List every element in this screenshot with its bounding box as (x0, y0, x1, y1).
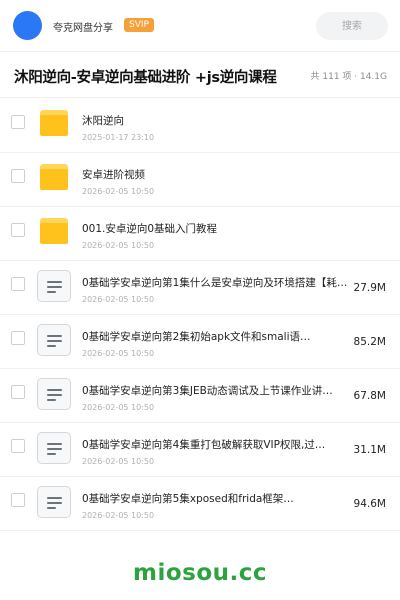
item-date: 2026-02-05 10:50 (82, 241, 155, 250)
document-icon (37, 432, 71, 464)
select-checkbox[interactable] (11, 169, 25, 183)
avatar[interactable] (13, 11, 42, 40)
list-item[interactable]: 0基础学安卓逆向第2集初始apk文件和smali语… 2026-02-05 10… (0, 315, 400, 369)
select-checkbox[interactable] (11, 493, 25, 507)
document-icon (37, 486, 71, 518)
list-item[interactable]: 0基础学安卓逆向第5集xposed和frida框架… 2026-02-05 10… (0, 477, 400, 531)
folder-header: 沐阳逆向-安卓逆向基础进阶 +js逆向课程 共 111 项 · 14.1G (0, 52, 400, 98)
select-checkbox[interactable] (11, 115, 25, 129)
share-owner-name: 夸克网盘分享 (53, 23, 113, 34)
top-bar: 夸克网盘分享 SVIP (0, 0, 400, 52)
item-date: 2026-02-05 10:50 (82, 187, 155, 196)
item-name: 0基础学安卓逆向第4集重打包破解获取VIP权限,过… (82, 439, 326, 451)
item-name: 0基础学安卓逆向第2集初始apk文件和smali语… (82, 331, 311, 343)
search-input[interactable] (316, 12, 388, 40)
item-name: 0基础学安卓逆向第1集什么是安卓逆向及环境搭建【耗… (82, 277, 348, 289)
page-title: 沐阳逆向-安卓逆向基础进阶 +js逆向课程 (14, 70, 277, 86)
select-checkbox[interactable] (11, 223, 25, 237)
item-size: 85.2M (353, 336, 386, 348)
item-size: 27.9M (353, 282, 386, 294)
item-size: 31.1M (353, 444, 386, 456)
select-checkbox[interactable] (11, 439, 25, 453)
document-icon (37, 324, 71, 356)
item-date: 2026-02-05 10:50 (82, 295, 155, 304)
item-date: 2026-02-05 10:50 (82, 511, 155, 520)
item-date: 2026-02-05 10:50 (82, 349, 155, 358)
select-checkbox[interactable] (11, 331, 25, 345)
list-item[interactable]: 001.安卓逆向0基础入门教程 2026-02-05 10:50 (0, 207, 400, 261)
item-name: 沐阳逆向 (82, 115, 124, 127)
watermark-text: miosou.cc (132, 560, 268, 586)
document-icon (37, 378, 71, 410)
item-name: 安卓进阶视频 (82, 169, 145, 181)
folder-icon (40, 164, 68, 190)
list-item[interactable]: 0基础学安卓逆向第1集什么是安卓逆向及环境搭建【耗… 2026-02-05 10… (0, 261, 400, 315)
item-date: 2026-02-05 10:50 (82, 403, 155, 412)
folder-icon (40, 110, 68, 136)
item-date: 2025-01-17 23:10 (82, 133, 155, 142)
list-item[interactable]: 0基础学安卓逆向第4集重打包破解获取VIP权限,过… 2026-02-05 10… (0, 423, 400, 477)
select-checkbox[interactable] (11, 385, 25, 399)
list-item[interactable]: 0基础学安卓逆向第3集JEB动态调试及上节课作业讲… 2026-02-05 10… (0, 369, 400, 423)
item-size: 67.8M (353, 390, 386, 402)
item-size: 94.6M (353, 498, 386, 510)
folder-item-count: 共 111 项 · 14.1G (310, 72, 388, 82)
select-checkbox[interactable] (11, 277, 25, 291)
svip-badge: SVIP (124, 18, 154, 32)
list-item[interactable]: 沐阳逆向 2025-01-17 23:10 (0, 99, 400, 153)
item-name: 001.安卓逆向0基础入门教程 (82, 223, 218, 235)
item-name: 0基础学安卓逆向第3集JEB动态调试及上节课作业讲… (82, 385, 333, 397)
item-name: 0基础学安卓逆向第5集xposed和frida框架… (82, 493, 294, 505)
file-list: 沐阳逆向 2025-01-17 23:10 安卓进阶视频 2026-02-05 … (0, 99, 400, 531)
item-date: 2026-02-05 10:50 (82, 457, 155, 466)
list-item[interactable]: 安卓进阶视频 2026-02-05 10:50 (0, 153, 400, 207)
folder-icon (40, 218, 68, 244)
document-icon (37, 270, 71, 302)
